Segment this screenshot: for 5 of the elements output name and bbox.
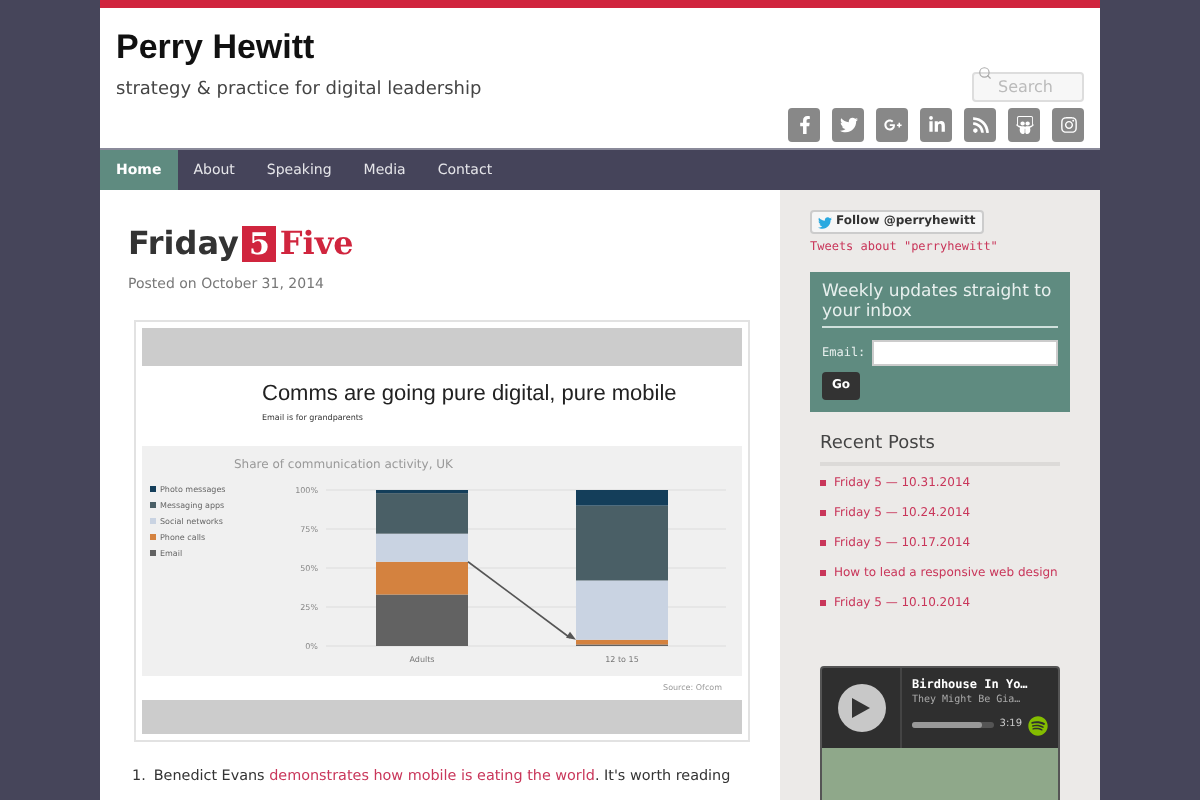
site-tagline: strategy & practice for digital leadership: [116, 78, 482, 104]
newsletter-heading: Weekly updates straight to your inbox: [822, 281, 1058, 328]
recent-posts-heading: Recent Posts: [820, 431, 1060, 467]
slide-title: Comms are going pure digital, pure mobile: [262, 381, 679, 407]
friday-five-logo: Friday 5 Five: [128, 226, 356, 262]
